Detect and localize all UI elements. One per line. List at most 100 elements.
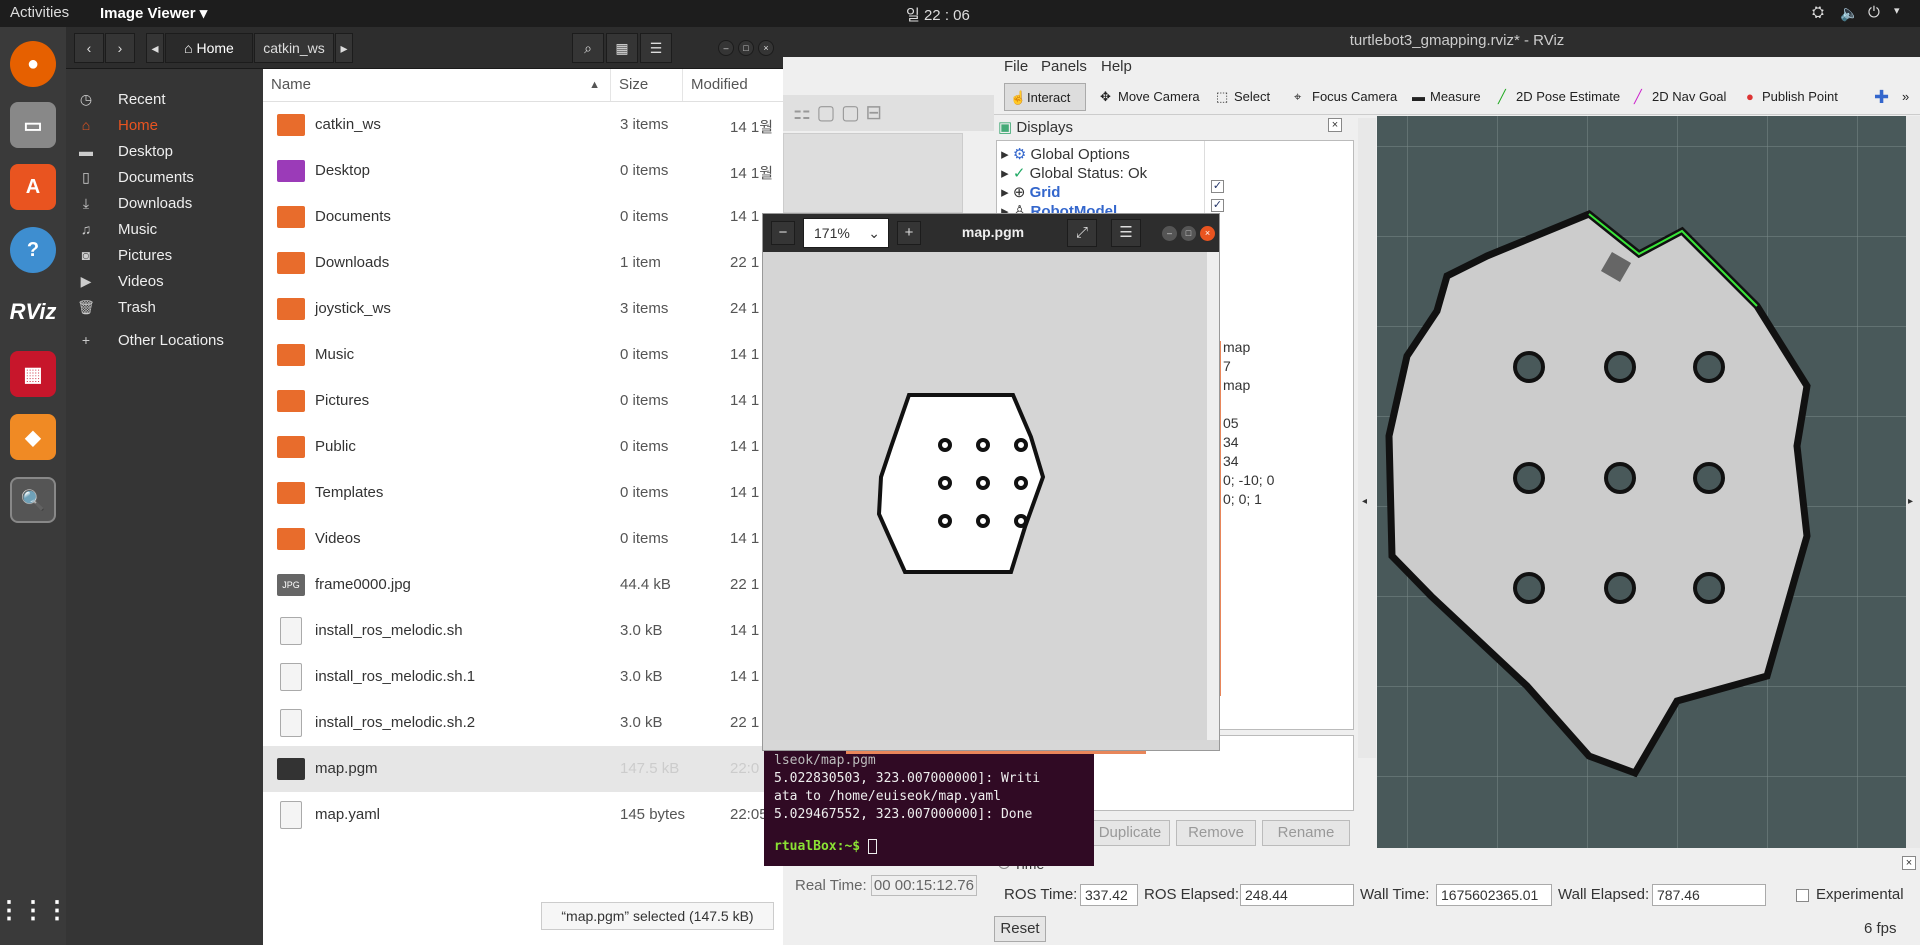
network-icon[interactable]: ⛭: [1812, 4, 1824, 21]
displays-close-icon[interactable]: ×: [1328, 118, 1342, 132]
column-size[interactable]: Size: [611, 69, 683, 101]
breadcrumb-home[interactable]: ⌂ Home: [165, 33, 253, 63]
file-row[interactable]: install_ros_melodic.sh.2 3.0 kB 22 1: [263, 700, 783, 746]
display-global-status[interactable]: ▸ ✓ Global Status: Ok: [997, 164, 1147, 183]
file-row[interactable]: Pictures 0 items 14 1: [263, 378, 783, 424]
file-row[interactable]: map.yaml 145 bytes 22:05: [263, 792, 783, 838]
image-canvas[interactable]: [763, 252, 1207, 740]
rename-button[interactable]: Rename: [1262, 820, 1350, 846]
splitter-right[interactable]: ▸: [1906, 116, 1920, 848]
zoom-in-icon[interactable]: +: [897, 221, 921, 245]
splitter-left[interactable]: ◂: [1358, 118, 1376, 758]
sidebar-item-label: Documents: [118, 168, 194, 186]
experimental-checkbox[interactable]: [1796, 889, 1809, 902]
maximize-icon[interactable]: □: [738, 40, 754, 56]
virtualbox-icon[interactable]: ◆: [10, 414, 56, 460]
iv-scrollbar[interactable]: [1207, 252, 1219, 740]
grid-checkbox[interactable]: ✓: [1211, 180, 1224, 193]
sidebar-item-trash[interactable]: 🗑 Trash: [66, 291, 263, 323]
sidebar-item-other-locations[interactable]: + Other Locations: [66, 324, 263, 356]
file-row[interactable]: catkin_ws 3 items 14 1월: [263, 102, 783, 148]
power-icon[interactable]: ⏻: [1868, 4, 1880, 21]
experimental-label: Experimental: [1816, 886, 1904, 903]
file-row[interactable]: joystick_ws 3 items 24 1: [263, 286, 783, 332]
menu-file[interactable]: File: [1004, 58, 1028, 75]
iv-maximize-icon[interactable]: □: [1181, 226, 1196, 241]
wall-time-field[interactable]: 1675602365.01: [1436, 884, 1552, 906]
app-menu[interactable]: Image Viewer ▾: [100, 4, 207, 22]
activities-button[interactable]: Activities: [10, 4, 69, 21]
files-window: ‹ › ◂ ⌂ Home catkin_ws ▸ ⌕ ▦ ☰ – □ × ◷ Re…: [66, 27, 783, 945]
files-icon[interactable]: ▭: [10, 102, 56, 148]
rviz-icon[interactable]: RViz: [10, 289, 56, 335]
collapse-right-icon[interactable]: ▸: [1908, 496, 1913, 507]
collapse-left-icon[interactable]: ◂: [1362, 496, 1367, 507]
system-menu-arrow-icon[interactable]: ▾: [1894, 4, 1900, 17]
minimize-icon[interactable]: –: [718, 40, 734, 56]
tool-focus-camera[interactable]: ⌖ Focus Camera: [1290, 83, 1397, 111]
breadcrumb-right-icon[interactable]: ▸: [335, 33, 353, 63]
tool-publish-point[interactable]: ● Publish Point: [1740, 83, 1838, 111]
ros-time-field[interactable]: 337.42: [1080, 884, 1138, 906]
file-row[interactable]: install_ros_melodic.sh.1 3.0 kB 14 1: [263, 654, 783, 700]
terminal-app-icon[interactable]: ▦: [10, 351, 56, 397]
column-name[interactable]: Name ▲: [263, 69, 611, 101]
menu-help[interactable]: Help: [1101, 58, 1132, 75]
breadcrumb-left-icon[interactable]: ◂: [146, 33, 164, 63]
file-row[interactable]: Public 0 items 14 1: [263, 424, 783, 470]
remove-button[interactable]: Remove: [1176, 820, 1256, 846]
breadcrumb-catkin[interactable]: catkin_ws: [254, 33, 334, 63]
show-apps-icon[interactable]: ⋮⋮⋮: [0, 887, 69, 933]
iv-close-icon[interactable]: ×: [1200, 226, 1215, 241]
back-button[interactable]: ‹: [74, 33, 104, 63]
image-viewer-menu-icon[interactable]: ☰: [1111, 219, 1141, 247]
column-modified[interactable]: Modified: [683, 69, 783, 101]
zoom-level-field[interactable]: 171% ⌄: [803, 218, 889, 248]
file-row[interactable]: install_ros_melodic.sh 3.0 kB 14 1: [263, 608, 783, 654]
menu-panels[interactable]: Panels: [1041, 58, 1087, 75]
fullscreen-icon[interactable]: ⤢: [1067, 219, 1097, 247]
time-panel-close-icon[interactable]: ×: [1902, 856, 1916, 870]
tool-2d-nav[interactable]: ╱ 2D Nav Goal: [1630, 83, 1726, 111]
close-icon[interactable]: ×: [758, 40, 774, 56]
zoom-out-icon[interactable]: −: [771, 221, 795, 245]
volume-icon[interactable]: 🔈: [1840, 4, 1859, 22]
file-row[interactable]: JPG frame0000.jpg 44.4 kB 22 1: [263, 562, 783, 608]
file-row[interactable]: map.pgm 147.5 kB 22:0: [263, 746, 783, 792]
duplicate-button[interactable]: Duplicate: [1090, 820, 1170, 846]
iv-minimize-icon[interactable]: –: [1162, 226, 1177, 241]
file-row[interactable]: Templates 0 items 14 1: [263, 470, 783, 516]
file-row[interactable]: Desktop 0 items 14 1월: [263, 148, 783, 194]
wall-elapsed-field[interactable]: 787.46: [1652, 884, 1766, 906]
file-row[interactable]: Music 0 items 14 1: [263, 332, 783, 378]
menu-icon[interactable]: ☰: [640, 33, 672, 63]
firefox-icon[interactable]: ●: [10, 41, 56, 87]
tool-interact[interactable]: ☝ Interact: [1004, 83, 1086, 111]
file-row[interactable]: Downloads 1 item 22 1: [263, 240, 783, 286]
zoom-dropdown-icon[interactable]: ⌄: [868, 219, 880, 247]
breadcrumb-catkin-label: catkin_ws: [263, 40, 325, 56]
image-viewer-icon[interactable]: 🔍: [10, 477, 56, 523]
terminal-window[interactable]: lseok/map.pgm 5.022830503, 323.007000000…: [764, 748, 1146, 866]
file-row[interactable]: Documents 0 items 14 1: [263, 194, 783, 240]
display-global-options[interactable]: ▸ ⚙ Global Options: [997, 145, 1147, 164]
tool-move-camera[interactable]: ✥ Move Camera: [1096, 83, 1200, 111]
clock[interactable]: 일 22 : 06: [906, 4, 970, 25]
software-center-icon[interactable]: A: [10, 164, 56, 210]
reset-button[interactable]: Reset: [994, 916, 1046, 942]
display-grid[interactable]: ▸ ⊕ Grid: [997, 183, 1147, 202]
tool-2d-pose[interactable]: ╱ 2D Pose Estimate: [1494, 83, 1620, 111]
forward-button[interactable]: ›: [105, 33, 135, 63]
toolbar-overflow-icon[interactable]: »: [1902, 83, 1909, 111]
search-icon[interactable]: ⌕: [572, 33, 604, 63]
robotmodel-checkbox[interactable]: ✓: [1211, 199, 1224, 212]
tool-measure[interactable]: ▬ Measure: [1408, 83, 1481, 111]
help-icon[interactable]: ?: [10, 227, 56, 273]
file-size: 3.0 kB: [620, 668, 663, 685]
ros-elapsed-field[interactable]: 248.44: [1240, 884, 1354, 906]
view-grid-icon[interactable]: ▦: [606, 33, 638, 63]
rviz-3d-viewport[interactable]: [1377, 116, 1920, 848]
add-tool-icon[interactable]: ✚: [1874, 83, 1889, 111]
tool-select[interactable]: ⬚ Select: [1212, 83, 1270, 111]
file-row[interactable]: Videos 0 items 14 1: [263, 516, 783, 562]
